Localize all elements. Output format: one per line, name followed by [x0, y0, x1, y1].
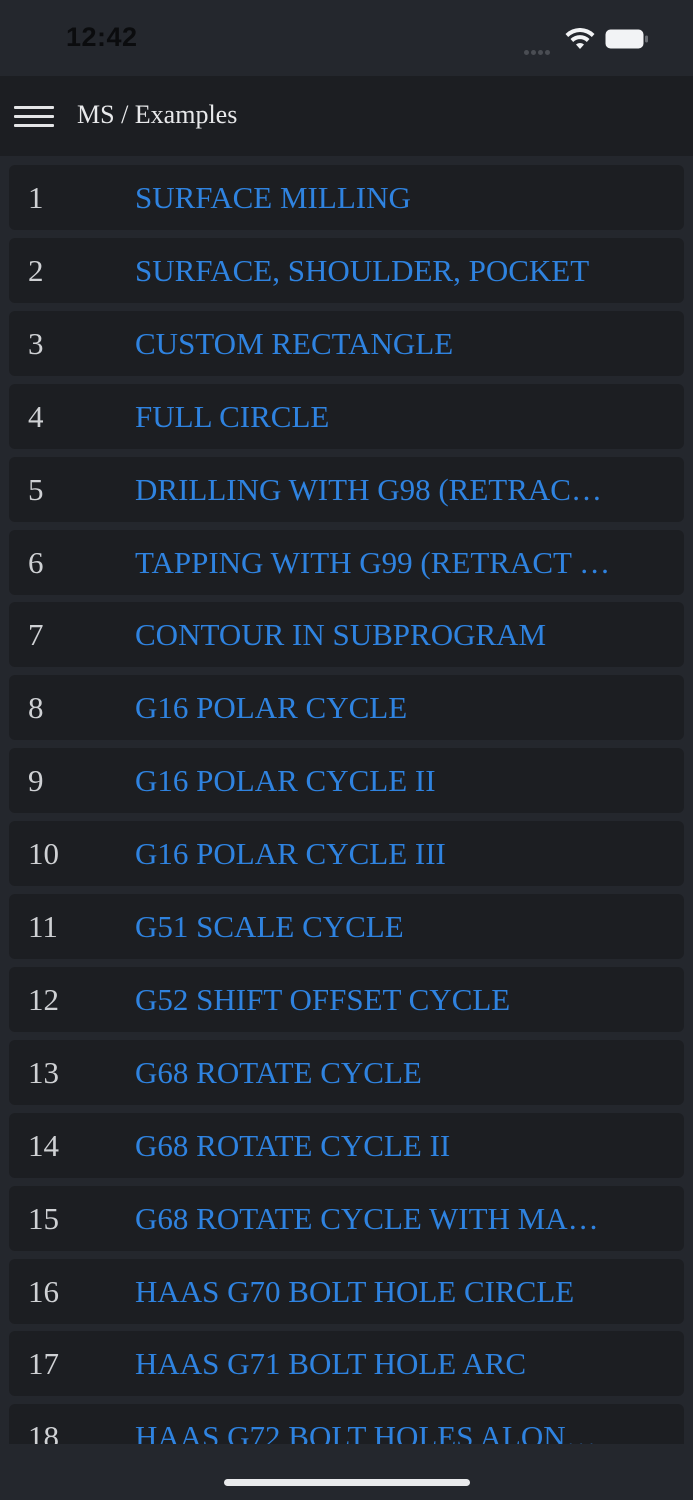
example-title-link[interactable]: SURFACE MILLING [135, 180, 635, 216]
example-row[interactable]: 2 SURFACE, SHOULDER, POCKET [9, 237, 684, 303]
example-number: 3 [28, 325, 44, 361]
example-row[interactable]: 15 G68 ROTATE CYCLE WITH MA… [9, 1185, 684, 1251]
example-row[interactable]: 18 HAAS G72 BOLT HOLES ALON… [9, 1404, 684, 1444]
examples-list[interactable]: 1 SURFACE MILLING 2 SURFACE, SHOULDER, POCK… [0, 156, 693, 1444]
example-number: 11 [28, 909, 58, 944]
example-number: 17 [28, 1346, 59, 1382]
example-number: 6 [28, 544, 44, 580]
breadcrumb: MS / Examples [77, 100, 238, 129]
wifi-icon [565, 28, 595, 49]
example-title-link[interactable]: G68 ROTATE CYCLE [135, 1055, 635, 1091]
example-number: 18 [28, 1419, 59, 1444]
example-number: 16 [28, 1273, 59, 1309]
example-title-link[interactable]: CONTOUR IN SUBPROGRAM [135, 617, 635, 653]
example-number: 10 [28, 836, 59, 872]
example-row[interactable]: 17 HAAS G71 BOLT HOLE ARC [9, 1331, 684, 1397]
example-title-link[interactable]: G16 POLAR CYCLE III [135, 836, 635, 872]
example-row[interactable]: 3 CUSTOM RECTANGLE [9, 310, 684, 376]
example-title-link[interactable]: HAAS G71 BOLT HOLE ARC [135, 1346, 635, 1382]
example-title-link[interactable]: HAAS G70 BOLT HOLE CIRCLE [135, 1274, 635, 1310]
hamburger-menu-icon [14, 106, 54, 109]
status-bar: 12:42 [0, 0, 693, 76]
status-time: 12:42 [66, 22, 138, 52]
example-row[interactable]: 12 G52 SHIFT OFFSET CYCLE [9, 966, 684, 1032]
example-number: 9 [28, 763, 44, 799]
example-row[interactable]: 6 TAPPING WITH G99 (RETRACT … [9, 529, 684, 595]
example-title-link[interactable]: CUSTOM RECTANGLE [135, 326, 635, 362]
example-row[interactable]: 5 DRILLING WITH G98 (RETRAC… [9, 456, 684, 522]
home-indicator-area [0, 1444, 693, 1500]
signal-icon [524, 42, 558, 55]
example-number: 13 [28, 1054, 59, 1090]
example-row[interactable]: 7 CONTOUR IN SUBPROGRAM [9, 602, 684, 668]
example-row[interactable]: 10 G16 POLAR CYCLE III [9, 821, 684, 887]
example-row[interactable]: 4 FULL CIRCLE [9, 383, 684, 449]
example-title-link[interactable]: TAPPING WITH G99 (RETRACT … [135, 545, 635, 581]
example-title-link[interactable]: G52 SHIFT OFFSET CYCLE [135, 982, 635, 1018]
home-indicator[interactable] [224, 1479, 470, 1486]
example-row[interactable]: 13 G68 ROTATE CYCLE [9, 1039, 684, 1105]
example-title-link[interactable]: G68 ROTATE CYCLE WITH MA… [135, 1201, 635, 1237]
example-title-link[interactable]: FULL CIRCLE [135, 399, 635, 435]
example-row[interactable]: 14 G68 ROTATE CYCLE II [9, 1112, 684, 1178]
example-row[interactable]: 8 G16 POLAR CYCLE [9, 675, 684, 741]
example-number: 7 [28, 617, 44, 653]
example-number: 15 [28, 1200, 59, 1236]
example-title-link[interactable]: G51 SCALE CYCLE [135, 909, 635, 945]
example-number: 12 [28, 981, 59, 1017]
example-title-link[interactable]: DRILLING WITH G98 (RETRAC… [135, 472, 635, 508]
example-row[interactable]: 1 SURFACE MILLING [9, 165, 684, 230]
example-title-link[interactable]: G16 POLAR CYCLE [135, 690, 635, 726]
example-title-link[interactable]: G68 ROTATE CYCLE II [135, 1128, 635, 1164]
battery-icon [605, 29, 648, 49]
example-row[interactable]: 9 G16 POLAR CYCLE II [9, 748, 684, 814]
example-title-link[interactable]: HAAS G72 BOLT HOLES ALON… [135, 1419, 635, 1444]
navigation-bar: MS / Examples [0, 76, 693, 156]
example-number: 5 [28, 471, 44, 507]
example-number: 14 [28, 1127, 59, 1163]
example-row[interactable]: 11 G51 SCALE CYCLE [9, 894, 684, 959]
example-number: 1 [28, 180, 44, 215]
example-number: 8 [28, 690, 44, 726]
example-title-link[interactable]: SURFACE, SHOULDER, POCKET [135, 253, 635, 289]
menu-button[interactable] [12, 102, 56, 132]
example-row[interactable]: 16 HAAS G70 BOLT HOLE CIRCLE [9, 1258, 684, 1324]
example-number: 2 [28, 252, 44, 288]
example-number: 4 [28, 398, 44, 434]
example-title-link[interactable]: G16 POLAR CYCLE II [135, 763, 635, 799]
